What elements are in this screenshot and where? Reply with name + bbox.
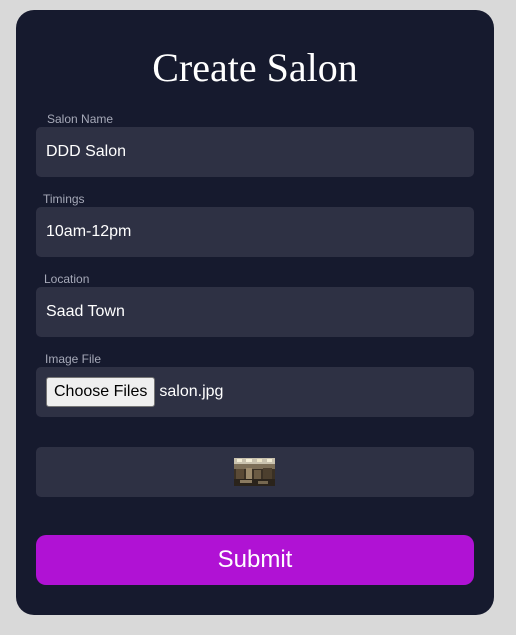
location-field-box: [36, 287, 474, 337]
salon-name-field-box: [36, 127, 474, 177]
timings-input[interactable]: [36, 207, 474, 257]
image-file-label: Image File: [45, 352, 102, 366]
location-label: Location: [44, 272, 90, 286]
image-preview-box: [36, 447, 474, 497]
timings-field-box: [36, 207, 474, 257]
submit-button[interactable]: Submit: [36, 535, 474, 585]
timings-label: Timings: [43, 192, 85, 206]
selected-file-name: salon.jpg: [159, 383, 224, 400]
salon-name-input[interactable]: [36, 127, 474, 177]
create-salon-card: Create Salon Salon Name Timings Location…: [16, 10, 494, 615]
salon-photo-thumbnail-icon: [234, 458, 275, 486]
location-input[interactable]: [36, 287, 474, 337]
image-file-input: Choose Files salon.jpg: [36, 367, 474, 417]
page-title: Create Salon: [152, 45, 358, 90]
choose-files-button[interactable]: Choose Files: [46, 377, 156, 407]
salon-name-label: Salon Name: [47, 112, 114, 126]
